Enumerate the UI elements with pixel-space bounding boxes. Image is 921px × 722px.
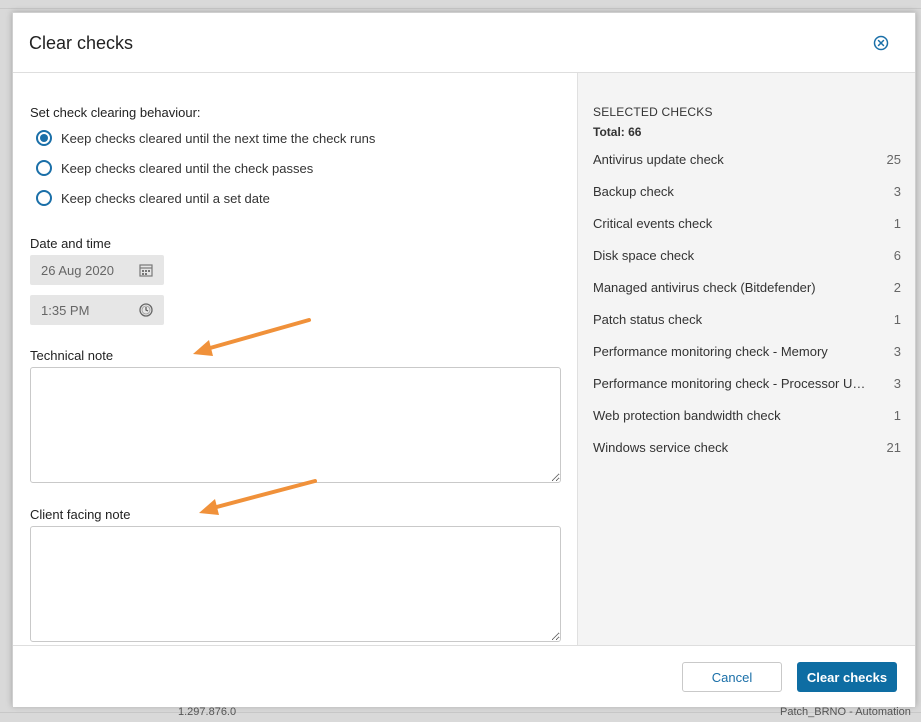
dialog-title: Clear checks — [29, 33, 134, 53]
behaviour-label: Set check clearing behaviour: — [30, 105, 201, 120]
check-name: Patch status check — [593, 312, 703, 327]
list-item: Windows service check 21 — [593, 440, 901, 458]
calendar-icon[interactable] — [138, 262, 154, 278]
list-item: Patch status check 1 — [593, 312, 901, 330]
date-time-label: Date and time — [30, 236, 111, 251]
list-item: Performance monitoring check - Memory 3 — [593, 344, 901, 362]
check-name: Managed antivirus check (Bitdefender) — [593, 280, 816, 295]
check-count: 25 — [886, 152, 901, 167]
radio-option-check-passes[interactable]: Keep checks cleared until the check pass… — [36, 158, 313, 178]
radio-option-label: Keep checks cleared until the check pass… — [61, 160, 314, 176]
check-count: 1 — [893, 312, 901, 327]
check-name: Disk space check — [593, 248, 695, 263]
radio-button[interactable] — [36, 160, 52, 176]
annotation-arrow-icon — [193, 318, 311, 356]
clear-checks-dialog: Clear checks Set check clearing behaviou… — [12, 12, 916, 707]
check-count: 3 — [893, 184, 901, 199]
check-name: Windows service check — [593, 440, 729, 455]
radio-option-label: Keep checks cleared until a set date — [61, 190, 270, 206]
dialog-footer: Cancel Clear checks — [13, 645, 915, 707]
check-name: Performance monitoring check - Processor… — [593, 376, 869, 391]
list-item: Disk space check 6 — [593, 248, 901, 266]
list-item: Critical events check 1 — [593, 216, 901, 234]
technical-note-label: Technical note — [30, 348, 114, 363]
client-note-input[interactable] — [30, 526, 561, 642]
background-version-text: 1.297.876.0 — [178, 706, 237, 718]
radio-option-label: Keep checks cleared until the next time … — [61, 130, 376, 146]
time-value: 1:35 PM — [41, 303, 90, 318]
technical-note-input[interactable] — [30, 367, 561, 483]
radio-button[interactable] — [36, 190, 52, 206]
check-count: 1 — [893, 408, 901, 423]
close-circle-icon — [873, 35, 889, 51]
selected-checks-panel: SELECTED CHECKS Total: 66 Antivirus upda… — [577, 73, 915, 645]
client-note-label: Client facing note — [30, 507, 131, 522]
check-count: 6 — [893, 248, 901, 263]
background-site-text: Patch_BRNO - Automation — [780, 706, 911, 718]
radio-option-next-run[interactable]: Keep checks cleared until the next time … — [36, 128, 375, 148]
date-value: 26 Aug 2020 — [41, 263, 115, 278]
list-item: Backup check 3 — [593, 184, 901, 202]
check-name: Antivirus update check — [593, 152, 724, 167]
radio-button-checked[interactable] — [36, 130, 52, 146]
date-field[interactable]: 26 Aug 2020 — [30, 255, 164, 285]
time-field[interactable]: 1:35 PM — [30, 295, 164, 325]
clock-icon[interactable] — [138, 302, 154, 318]
check-count: 21 — [886, 440, 901, 455]
check-count: 1 — [893, 216, 901, 231]
list-item: Antivirus update check 25 — [593, 152, 901, 170]
dialog-header: Clear checks — [13, 13, 915, 73]
list-item: Web protection bandwidth check 1 — [593, 408, 901, 426]
check-count: 2 — [893, 280, 901, 295]
background-divider — [0, 8, 921, 9]
close-button[interactable] — [873, 35, 889, 51]
check-name: Critical events check — [593, 216, 713, 231]
radio-option-set-date[interactable]: Keep checks cleared until a set date — [36, 188, 270, 208]
check-count: 3 — [893, 344, 901, 359]
list-item: Performance monitoring check - Processor… — [593, 376, 901, 394]
check-name: Web protection bandwidth check — [593, 408, 781, 423]
check-name: Backup check — [593, 184, 674, 199]
cancel-button[interactable]: Cancel — [682, 662, 782, 692]
settings-panel: Set check clearing behaviour: Keep check… — [13, 73, 577, 645]
check-name: Performance monitoring check - Memory — [593, 344, 828, 359]
list-item: Managed antivirus check (Bitdefender) 2 — [593, 280, 901, 298]
annotation-arrow-icon — [199, 479, 317, 515]
clear-checks-button[interactable]: Clear checks — [797, 662, 897, 692]
selected-checks-title: SELECTED CHECKS — [593, 105, 713, 119]
selected-checks-total: Total: 66 — [593, 125, 642, 139]
check-count: 3 — [893, 376, 901, 391]
